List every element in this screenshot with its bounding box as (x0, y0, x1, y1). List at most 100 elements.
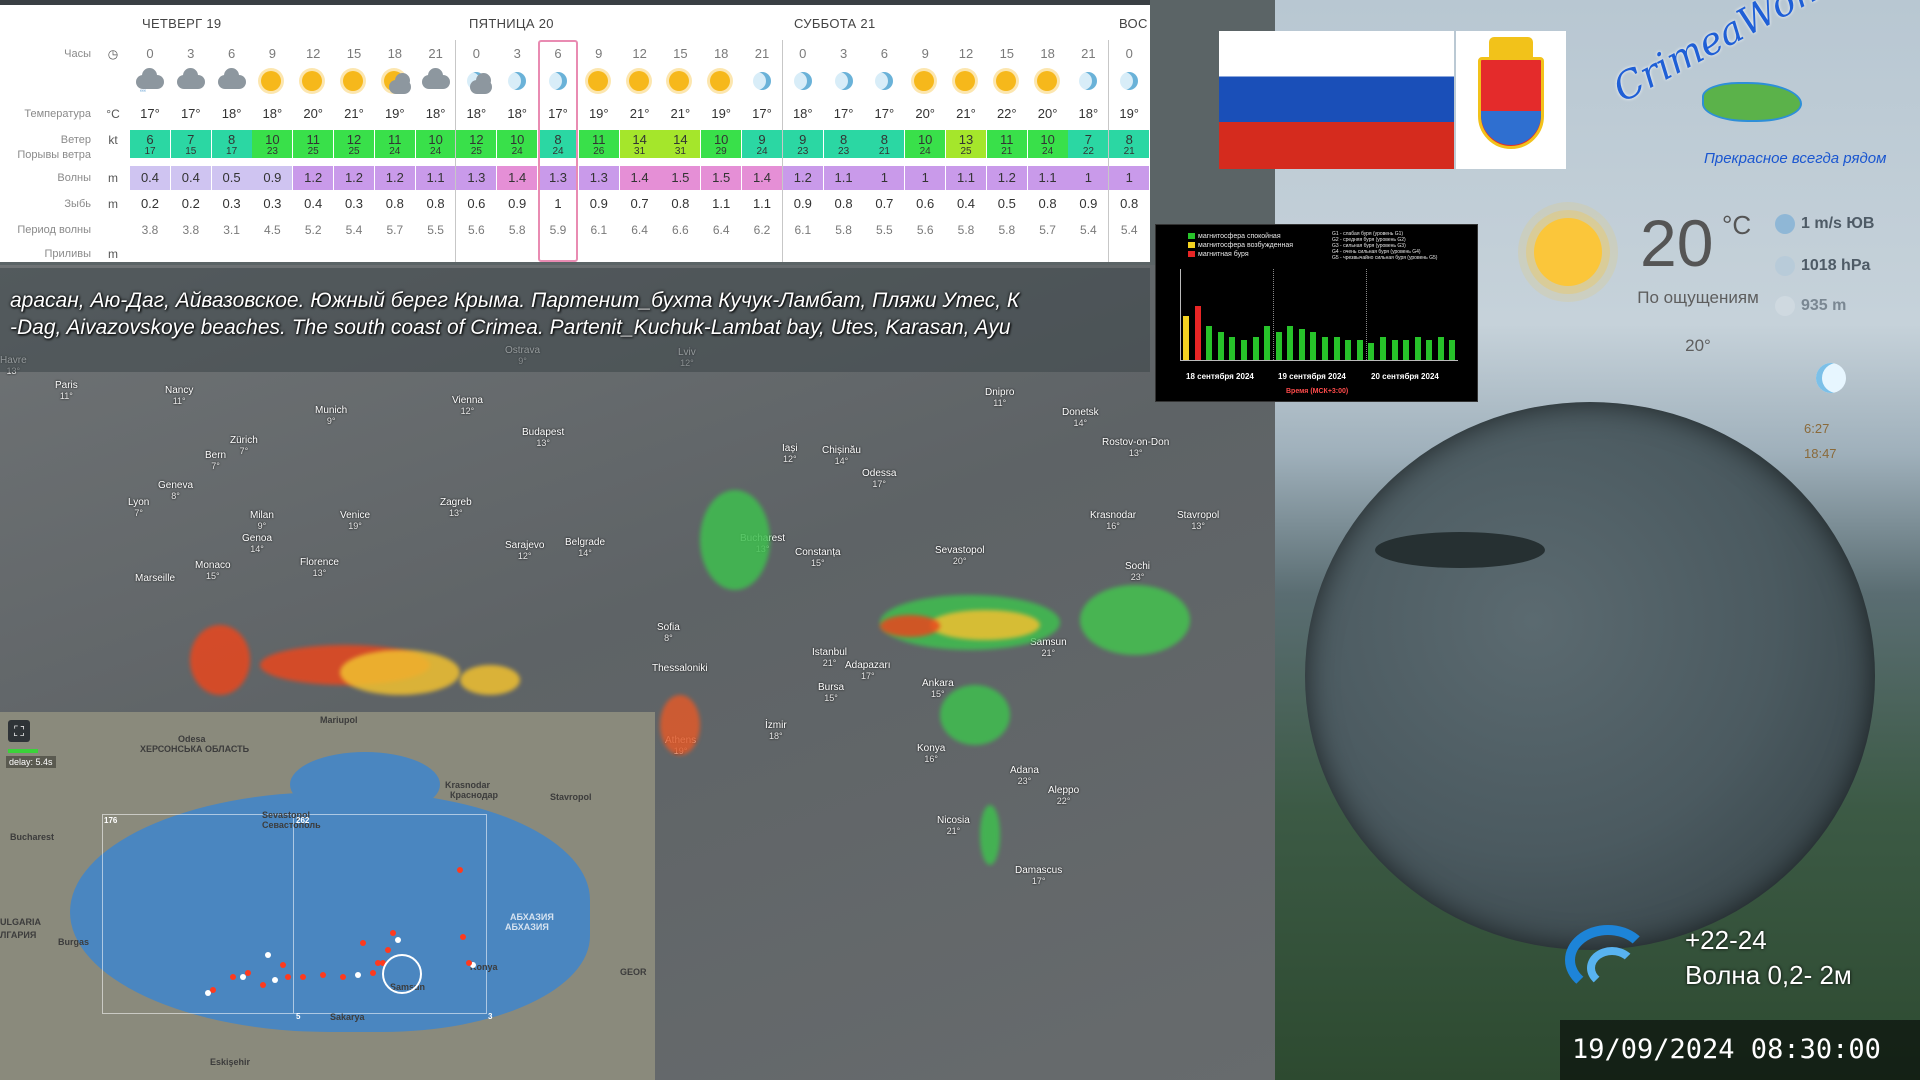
day-label: ПЯТНИЦА 20 (469, 16, 554, 31)
waves-cell: 1.4 (742, 166, 782, 190)
waves-cell: 1 (905, 166, 946, 190)
gusts-cell: 24 (1027, 146, 1068, 158)
temperature-cell: 17° (874, 106, 895, 121)
inset-map-label: ХЕРСОНСЬКА ОБЛАСТЬ (140, 744, 250, 754)
map-city-label: Munich 9° (315, 405, 348, 426)
hours-cell: 0 (1125, 46, 1133, 61)
day-label: СУББОТА 21 (794, 16, 876, 31)
gusts-cell: 23 (823, 146, 864, 158)
swell-cell: 0.9 (793, 196, 812, 211)
kp-bar (1217, 332, 1224, 360)
waves-cell: 1.2 (782, 166, 823, 190)
map-city-label: Sevastopol 20° (935, 545, 985, 566)
row-label: Период волны (17, 224, 91, 236)
grid-line (293, 815, 294, 1013)
kp-bar (1240, 339, 1247, 360)
kp-bar (1275, 332, 1282, 360)
map-city-label: Milan 9° (250, 510, 274, 531)
fullscreen-icon[interactable]: ⛶ (8, 720, 30, 742)
hours-cell: 12 (632, 46, 647, 61)
temperature-cell: 19° (384, 106, 405, 121)
waves-cell: 0.4 (130, 166, 170, 190)
temperature-cell: 19° (588, 106, 609, 121)
map-city-label: Adapazarı 17° (845, 660, 891, 681)
row-label: Зыбь (64, 198, 91, 210)
map-city-label: İzmir 18° (765, 720, 787, 741)
hours-cell: 21 (1081, 46, 1096, 61)
waves-cell: 1.2 (374, 166, 415, 190)
wave-period-cell: 6.4 (631, 223, 648, 237)
hours-cell: 9 (921, 46, 929, 61)
sun-icon (579, 66, 619, 96)
row-unit: °C (106, 107, 120, 121)
wave-period-cell: 3.8 (182, 223, 200, 237)
row-unit: m (108, 197, 118, 211)
wave-period-cell: 5.8 (835, 223, 852, 237)
hours-cell: 12 (958, 46, 974, 61)
swell-cell: 0.8 (426, 196, 445, 211)
temperature-cell: 19° (1119, 106, 1140, 121)
lightning-strike (320, 972, 326, 978)
lightning-strike (285, 974, 291, 980)
map-city-label: Florence 13° (300, 557, 339, 578)
kp-bar (1379, 336, 1386, 360)
temperature-cell: 18° (466, 106, 487, 121)
waves-cell: 1.2 (293, 166, 334, 190)
wave-period-cell: 5.6 (468, 223, 485, 237)
kp-bar (1333, 336, 1340, 360)
waves-cell: 1.3 (456, 166, 497, 190)
sea-camera-view (1305, 402, 1875, 950)
map-city-label: Odessa 17° (862, 468, 897, 489)
hours-cell: 18 (387, 46, 403, 61)
map-city-label: Sofia 8° (657, 622, 680, 643)
map-city-label: Sochi 23° (1125, 561, 1151, 582)
temperature-cell: 18° (507, 106, 528, 121)
sun-icon (252, 66, 292, 96)
kp-bar (1437, 336, 1444, 360)
gusts-cell: 21 (1109, 146, 1150, 158)
wave-period-cell: 5.4 (345, 223, 363, 237)
sun-icon (620, 66, 660, 96)
inset-map-label: GEOR (620, 967, 647, 977)
gusts-cell: 17 (211, 146, 252, 158)
precipitation-area (930, 610, 1040, 640)
kp-bar (1229, 336, 1236, 360)
precipitation-area (940, 685, 1010, 745)
grid-coordinate-label: 176 (104, 816, 118, 825)
map-city-label: Istanbul 21° (812, 647, 848, 668)
coat-of-arms (1456, 31, 1566, 169)
map-city-label: Sarajevo 12° (505, 540, 545, 561)
gusts-cell: 26 (578, 146, 619, 158)
moon-icon (1068, 66, 1108, 96)
swell-cell: 0.9 (508, 196, 527, 211)
logo-slogan: Прекрасное всегда рядом (1704, 150, 1887, 167)
map-city-label: Bursa 15° (818, 682, 845, 703)
swell-cell: 0.3 (263, 196, 282, 211)
map-city-label: Geneva 8° (158, 480, 194, 501)
gusts-cell: 29 (701, 146, 742, 158)
map-city-label: Thessaloniki (652, 663, 708, 674)
lightning-map-inset[interactable]: ⛶ delay: 5.4s Odesa ХЕРСОНСЬКА ОБЛАСТЬ Mar… (0, 712, 655, 1080)
kp-bar (1449, 339, 1456, 360)
gusts-cell: 24 (742, 146, 782, 158)
wind-icon (1775, 214, 1795, 234)
map-city-label: Nancy 11° (165, 385, 194, 406)
azov-sea-area (290, 752, 440, 817)
waves-cell: 0.4 (170, 166, 211, 190)
pressure-stat: 1018 hPa (1775, 256, 1870, 276)
lightning-strike (300, 974, 306, 980)
lightning-strike (466, 960, 472, 966)
inset-map-label: АБХАЗИЯ (505, 922, 549, 932)
timestamp: 19/09/2024 08:30:00 (1572, 1034, 1881, 1065)
location-marker (382, 954, 422, 994)
temperature-cell: 20° (915, 106, 936, 121)
waves-cell: 1.4 (619, 166, 660, 190)
inset-map-label: Севастополь (262, 820, 321, 830)
lightning-strike (460, 934, 466, 940)
swell-cell: 0.9 (589, 196, 608, 211)
kp-bar (1252, 336, 1259, 360)
legend-calm: магнитосфера спокойная (1188, 233, 1281, 240)
precipitation-area (700, 490, 770, 590)
kp-bar (1403, 339, 1410, 360)
precipitation-area (190, 625, 250, 695)
